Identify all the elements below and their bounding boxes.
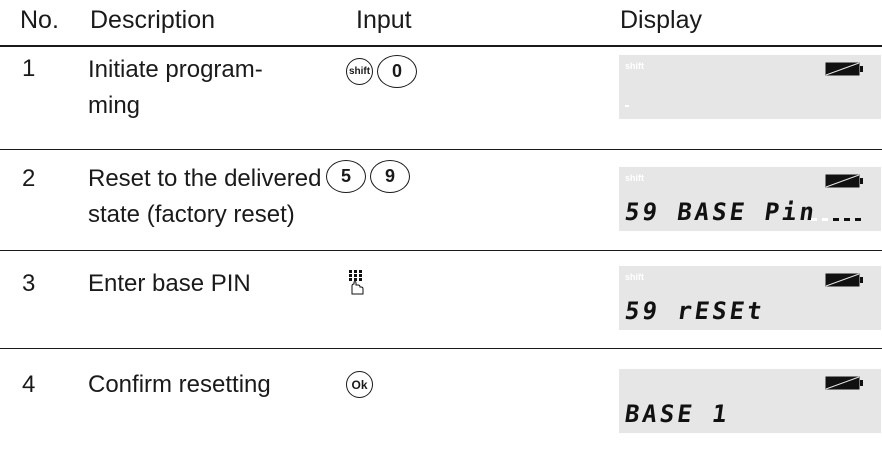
description-line: state (factory reset) xyxy=(88,201,295,228)
input-keys: shift 0 xyxy=(346,55,417,88)
lcd-shift-indicator: shift xyxy=(625,173,644,183)
table-row: 2 Reset to the delivered state (factory … xyxy=(0,150,882,250)
lcd-text: BASE 1 xyxy=(623,400,732,428)
battery-icon xyxy=(825,62,863,76)
description-line: Reset to the delivered xyxy=(88,165,322,192)
shift-key: shift xyxy=(346,58,373,85)
ok-key: Ok xyxy=(346,371,373,398)
nine-key: 9 xyxy=(370,160,410,193)
lcd-shift-indicator: shift xyxy=(625,272,644,282)
lcd-display: shift 59 rESEt xyxy=(619,266,881,330)
header-no: No. xyxy=(20,6,59,34)
table-header: No. Description Input Display xyxy=(0,0,882,45)
table-row: 4 Confirm resetting Ok BASE 1 xyxy=(0,349,882,457)
lcd-shift-indicator: shift xyxy=(625,61,644,71)
step-description: Reset to the delivered state (factory re… xyxy=(88,161,323,233)
input-keys: 5 9 xyxy=(326,160,410,193)
battery-icon xyxy=(825,174,863,188)
step-number: 1 xyxy=(22,55,36,82)
description-line: ming xyxy=(88,92,141,119)
step-number: 3 xyxy=(22,270,36,297)
lcd-text: 59 BASE Pin xyxy=(623,198,819,226)
header-display: Display xyxy=(620,6,702,34)
table-row: 3 Enter base PIN shift 59 rESEt xyxy=(0,251,882,348)
zero-key: 0 xyxy=(377,55,417,88)
table-row: 1 Initiate program- ming shift 0 shift xyxy=(0,47,882,149)
lcd-display: shift xyxy=(619,55,881,119)
battery-icon xyxy=(825,376,863,390)
step-number: 2 xyxy=(22,165,36,192)
header-input: Input xyxy=(356,6,412,34)
input-keys: Ok xyxy=(346,371,373,398)
description-line: Enter base PIN xyxy=(88,270,251,297)
five-key: 5 xyxy=(326,160,366,193)
header-description: Description xyxy=(90,6,216,34)
description-line: Confirm resetting xyxy=(88,371,271,398)
lcd-text: 59 rESEt xyxy=(623,297,767,325)
step-description: Enter base PIN xyxy=(88,266,323,302)
battery-icon xyxy=(825,273,863,287)
lcd-display: shift 59 BASE Pin xyxy=(619,167,881,231)
step-description: Initiate program- ming xyxy=(88,52,323,124)
keypad-icon xyxy=(349,270,364,295)
lcd-cursor xyxy=(625,105,629,107)
lcd-display: BASE 1 xyxy=(619,369,881,433)
lcd-input-placeholder xyxy=(811,218,861,221)
step-number: 4 xyxy=(22,371,36,398)
description-line: Initiate program- xyxy=(88,56,263,83)
step-description: Confirm resetting xyxy=(88,367,323,403)
